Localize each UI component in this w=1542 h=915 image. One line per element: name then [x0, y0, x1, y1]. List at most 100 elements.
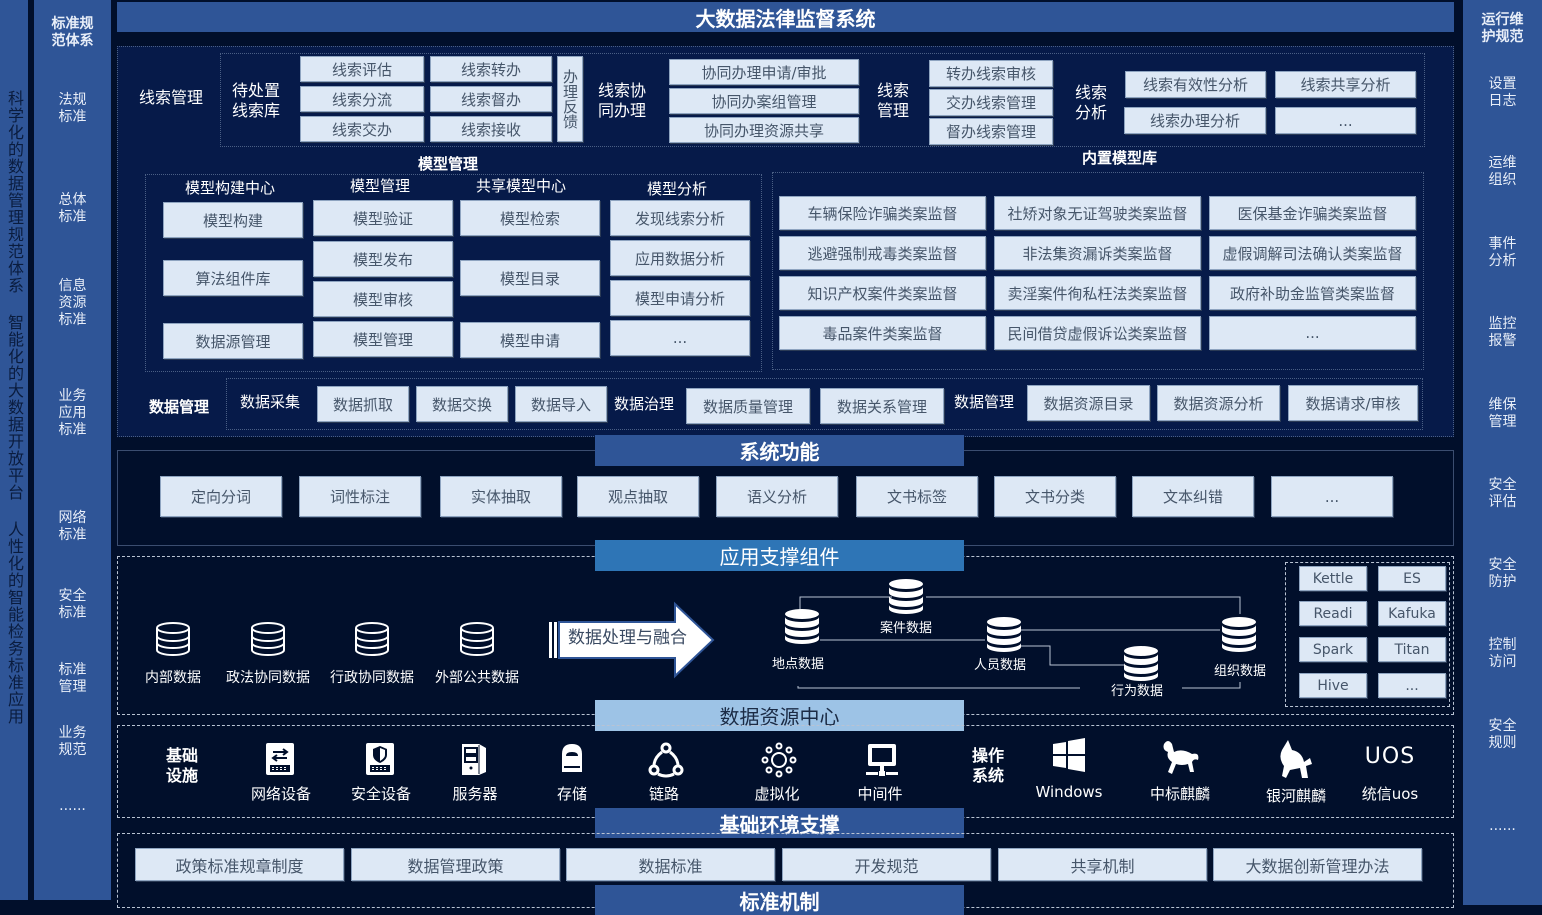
tool-box[interactable]: Spark	[1299, 637, 1367, 662]
right-sidebar-item[interactable]: 维保 管理	[1463, 397, 1542, 431]
clue-box[interactable]: 线索交办	[300, 116, 424, 142]
model-box[interactable]: 数据源管理	[163, 323, 303, 359]
standard-box[interactable]: 政策标准规章制度	[135, 848, 344, 881]
clue-analysis-box[interactable]: ...	[1275, 107, 1416, 134]
builtin-model-box[interactable]: 医保基金诈骗类案监督	[1209, 196, 1416, 230]
tool-box[interactable]: Hive	[1299, 673, 1367, 698]
infra-label: 安全设备	[350, 785, 411, 803]
virtualization-icon	[761, 742, 797, 782]
left-sidebar-item[interactable]: 业务 应用 标准	[34, 388, 111, 439]
left-sidebar-item[interactable]: 标准 管理	[34, 662, 111, 696]
tool-box[interactable]: ES	[1378, 566, 1446, 591]
standards-title: 标准机制	[595, 885, 964, 915]
builtin-model-box[interactable]: 社矫对象无证驾驶类案监督	[994, 196, 1201, 230]
system-function-box[interactable]: 文书标签	[856, 476, 978, 517]
right-sidebar-item[interactable]: 运维 组织	[1463, 155, 1542, 189]
standard-box[interactable]: 数据标准	[566, 848, 775, 881]
collaboration-box[interactable]: 协同办理申请/审批	[669, 59, 859, 85]
standard-box[interactable]: 大数据创新管理办法	[1213, 848, 1422, 881]
model-box[interactable]: 模型目录	[460, 260, 600, 296]
system-function-box[interactable]: 定向分词	[160, 476, 282, 517]
system-function-box[interactable]: ...	[1271, 476, 1393, 517]
system-function-box[interactable]: 语义分析	[716, 476, 838, 517]
model-box[interactable]: 模型发布	[313, 241, 453, 277]
left-sidebar-item[interactable]: 总体 标准	[34, 192, 111, 226]
right-sidebar-header: 运行维 护规范	[1481, 12, 1524, 45]
clue-analysis-box[interactable]: 线索办理分析	[1124, 107, 1266, 134]
right-sidebar-item[interactable]: 设置 日志	[1463, 76, 1542, 110]
clue-analysis-box[interactable]: 线索共享分析	[1275, 71, 1416, 98]
tool-box[interactable]: ...	[1378, 673, 1446, 698]
data-box[interactable]: 数据导入	[515, 386, 607, 422]
right-sidebar-item[interactable]: 安全 防护	[1463, 557, 1542, 591]
data-box[interactable]: 数据请求/审核	[1288, 385, 1418, 421]
model-box[interactable]: ...	[610, 320, 750, 356]
builtin-model-box[interactable]: 车辆保险诈骗类案监督	[779, 196, 986, 230]
graph-node-label: 地点数据	[771, 657, 824, 672]
left-sidebar-item[interactable]: 安全 标准	[34, 588, 111, 622]
data-box[interactable]: 数据资源目录	[1027, 385, 1150, 421]
builtin-model-box[interactable]: 知识产权案件类案监督	[779, 276, 986, 310]
system-function-box[interactable]: 观点抽取	[577, 476, 699, 517]
left-sidebar-item[interactable]: 业务 规范	[34, 725, 111, 759]
right-sidebar-item[interactable]: 事件 分析	[1463, 236, 1542, 270]
builtin-model-box[interactable]: 虚假调解司法确认类案监督	[1209, 236, 1416, 270]
clue-mgmt-box[interactable]: 督办线索管理	[929, 118, 1053, 145]
data-box[interactable]: 数据交换	[416, 386, 508, 422]
graph-edge	[797, 686, 1080, 689]
right-sidebar-item[interactable]: 安全 规则	[1463, 718, 1542, 752]
data-box[interactable]: 数据资源分析	[1157, 385, 1280, 421]
database-icon	[459, 622, 495, 660]
standard-box[interactable]: 共享机制	[998, 848, 1207, 881]
standard-box[interactable]: 开发规范	[782, 848, 991, 881]
data-group-label: 数据管理	[954, 393, 1015, 411]
model-box[interactable]: 模型检索	[460, 200, 600, 236]
clue-analysis-box[interactable]: 线索有效性分析	[1125, 71, 1266, 98]
system-function-box[interactable]: 实体抽取	[440, 476, 562, 517]
clue-box[interactable]: 线索分流	[300, 86, 424, 112]
right-sidebar-item[interactable]: 控制 访问	[1463, 637, 1542, 671]
infra-label: 链路	[648, 785, 679, 803]
left-sidebar-item[interactable]: 网络 标准	[34, 510, 111, 544]
data-box[interactable]: 数据关系管理	[820, 388, 944, 424]
clue-box[interactable]: 线索督办	[430, 86, 552, 112]
tool-box[interactable]: Titan	[1378, 637, 1446, 662]
standard-box[interactable]: 数据管理政策	[351, 848, 560, 881]
tool-box[interactable]: Kettle	[1299, 566, 1367, 591]
collaboration-box[interactable]: 协同办理资源共享	[669, 117, 859, 143]
model-box[interactable]: 模型申请分析	[610, 280, 750, 316]
system-function-box[interactable]: 文书分类	[994, 476, 1116, 517]
builtin-model-box[interactable]: 非法集资漏诉类案监督	[994, 236, 1201, 270]
clue-box[interactable]: 线索转办	[430, 56, 552, 82]
builtin-model-box[interactable]: 政府补助金监管类案监督	[1209, 276, 1416, 310]
model-box[interactable]: 模型审核	[313, 281, 453, 317]
builtin-model-box[interactable]: 民间借贷虚假诉讼类案监督	[994, 316, 1201, 350]
right-sidebar-item[interactable]: 监控 报警	[1463, 316, 1542, 350]
model-box[interactable]: 模型构建	[163, 202, 303, 238]
feedback-box[interactable]: 办理反馈	[557, 56, 583, 142]
clue-mgmt-box[interactable]: 转办线索审核	[929, 60, 1053, 87]
model-box[interactable]: 发现线索分析	[610, 200, 750, 236]
data-box[interactable]: 数据抓取	[317, 386, 409, 422]
builtin-model-box[interactable]: 毒品案件类案监督	[779, 316, 986, 350]
model-box[interactable]: 应用数据分析	[610, 240, 750, 276]
system-function-box[interactable]: 词性标注	[299, 476, 421, 517]
left-sidebar-item[interactable]: 法规 标准	[34, 92, 111, 126]
clue-box[interactable]: 线索接收	[430, 116, 552, 142]
collaboration-box[interactable]: 协同办案组管理	[669, 88, 859, 114]
system-function-box[interactable]: 文本纠错	[1132, 476, 1254, 517]
builtin-model-box[interactable]: ...	[1209, 316, 1416, 350]
builtin-model-box[interactable]: 逃避强制戒毒类案监督	[779, 236, 986, 270]
right-sidebar-item[interactable]: 安全 评估	[1463, 477, 1542, 511]
model-box[interactable]: 模型验证	[313, 200, 453, 236]
builtin-model-box[interactable]: 卖淫案件徇私枉法类案监督	[994, 276, 1201, 310]
model-box[interactable]: 模型申请	[460, 322, 600, 358]
tool-box[interactable]: Kafuka	[1378, 601, 1446, 626]
model-box[interactable]: 算法组件库	[163, 260, 303, 296]
tool-box[interactable]: Readi	[1299, 601, 1367, 626]
model-box[interactable]: 模型管理	[313, 321, 453, 357]
left-sidebar-item[interactable]: 信息 资源 标准	[34, 278, 111, 329]
data-box[interactable]: 数据质量管理	[686, 388, 810, 424]
clue-box[interactable]: 线索评估	[300, 56, 424, 82]
clue-mgmt-box[interactable]: 交办线索管理	[929, 89, 1053, 116]
